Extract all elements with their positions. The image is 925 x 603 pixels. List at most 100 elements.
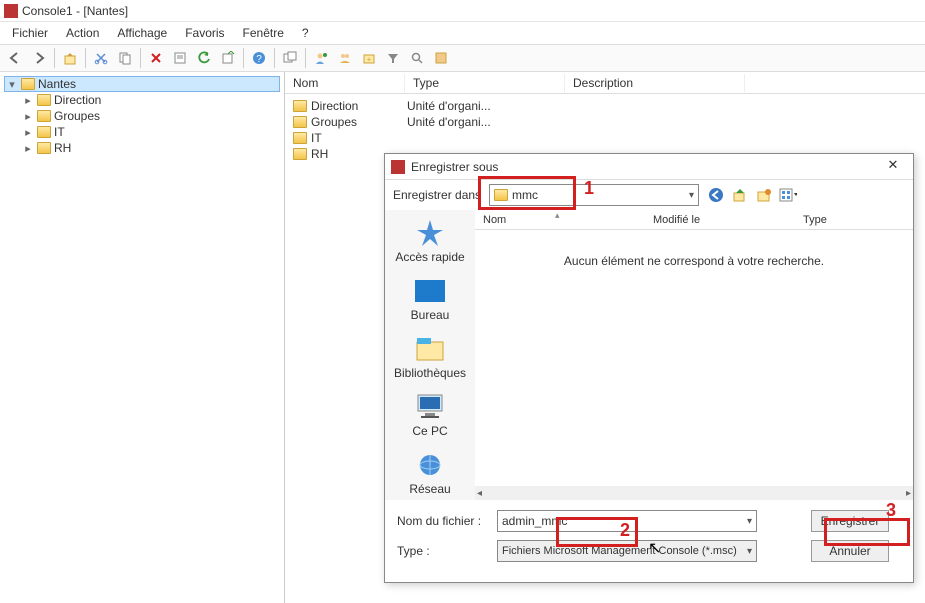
- help-icon[interactable]: ?: [248, 47, 270, 69]
- chevron-down-icon[interactable]: ▾: [747, 546, 752, 557]
- col-desc[interactable]: Description: [565, 74, 745, 92]
- list-type: Unité d'organi...: [407, 115, 567, 129]
- chevron-down-icon[interactable]: ▾: [747, 516, 752, 527]
- place-label: Ce PC: [392, 424, 468, 438]
- filename-input[interactable]: admin_mmc ▾: [497, 510, 757, 532]
- new-folder-icon[interactable]: [755, 186, 773, 204]
- tree-panel[interactable]: ▾ Nantes ▸Direction ▸ Groupes ▸ IT ▸RH: [0, 72, 285, 603]
- folder-icon: [37, 110, 51, 122]
- fl-col-name[interactable]: Nom▴: [475, 212, 645, 228]
- tree-root[interactable]: ▾ Nantes: [4, 76, 280, 92]
- svg-text:?: ?: [256, 54, 262, 65]
- delete-icon[interactable]: [145, 47, 167, 69]
- cancel-button[interactable]: Annuler: [811, 540, 889, 562]
- list-item[interactable]: GroupesUnité d'organi...: [293, 114, 917, 130]
- save-button[interactable]: Enregistrer: [811, 510, 889, 532]
- save-in-combo[interactable]: mmc ▾: [489, 184, 699, 206]
- search-icon[interactable]: [406, 47, 428, 69]
- folder-icon: [293, 132, 307, 144]
- cancel-button-label: Annuler: [829, 544, 870, 558]
- menu-window[interactable]: Fenêtre: [235, 24, 292, 42]
- file-list-headers: Nom▴ Modifié le Type: [475, 210, 913, 230]
- list-type: Unité d'organi...: [407, 99, 567, 113]
- expand-icon[interactable]: ▸: [22, 110, 34, 123]
- filename-value: admin_mmc: [502, 514, 567, 528]
- export-icon[interactable]: [217, 47, 239, 69]
- refresh-icon[interactable]: [193, 47, 215, 69]
- place-desktop[interactable]: Bureau: [390, 272, 470, 326]
- col-type[interactable]: Type: [405, 74, 565, 92]
- menu-fav[interactable]: Favoris: [177, 24, 232, 42]
- list-item[interactable]: Direction Unité d'organi...: [293, 98, 917, 114]
- fl-col-type[interactable]: Type: [795, 212, 855, 228]
- properties-icon[interactable]: [169, 47, 191, 69]
- tree-item-rh[interactable]: ▸RH: [20, 140, 280, 156]
- folder-icon: [21, 78, 35, 90]
- expand-icon[interactable]: ▸: [22, 142, 34, 155]
- sort-asc-icon: ▴: [555, 210, 560, 221]
- folder-icon: [37, 142, 51, 154]
- menu-file[interactable]: Fichier: [4, 24, 56, 42]
- scroll-right-icon[interactable]: ▸: [906, 488, 911, 499]
- tree-item-label: IT: [54, 125, 65, 139]
- close-button[interactable]: ✕: [879, 157, 907, 177]
- up-icon[interactable]: [59, 47, 81, 69]
- tree-item-label: Groupes: [54, 109, 100, 123]
- copy-icon[interactable]: [114, 47, 136, 69]
- menu-help[interactable]: ?: [294, 24, 317, 42]
- place-label: Bureau: [392, 308, 468, 322]
- tree-item-direction[interactable]: ▸Direction: [20, 92, 280, 108]
- up-nav-icon[interactable]: [731, 186, 749, 204]
- app-icon: [4, 4, 18, 18]
- folder-icon: [37, 94, 51, 106]
- place-libraries[interactable]: Bibliothèques: [390, 330, 470, 384]
- chevron-down-icon[interactable]: ▾: [689, 190, 694, 201]
- filetype-combo[interactable]: Fichiers Microsoft Management Console (*…: [497, 540, 757, 562]
- forward-icon[interactable]: [28, 47, 50, 69]
- cut-icon[interactable]: [90, 47, 112, 69]
- dialog-title: Enregistrer sous: [411, 160, 498, 174]
- save-in-value: mmc: [512, 188, 538, 202]
- menu-action[interactable]: Action: [58, 24, 107, 42]
- svg-text:+: +: [367, 55, 372, 64]
- type-label: Type :: [397, 544, 487, 558]
- list-item[interactable]: IT: [293, 130, 917, 146]
- back-icon[interactable]: [4, 47, 26, 69]
- tree-item-it[interactable]: ▸ IT: [20, 124, 280, 140]
- col-name[interactable]: Nom: [285, 74, 405, 92]
- new-window-icon[interactable]: [279, 47, 301, 69]
- place-quick[interactable]: Accès rapide: [390, 214, 470, 268]
- user-add-icon[interactable]: [310, 47, 332, 69]
- place-pc[interactable]: Ce PC: [390, 388, 470, 442]
- list-name: IT: [311, 131, 322, 145]
- file-list[interactable]: Nom▴ Modifié le Type Aucun élément ne co…: [475, 210, 913, 500]
- ad-icon[interactable]: [430, 47, 452, 69]
- expand-icon[interactable]: ▸: [22, 94, 34, 107]
- menu-view[interactable]: Affichage: [109, 24, 175, 42]
- dialog-titlebar: Enregistrer sous ✕: [385, 154, 913, 180]
- empty-message: Aucun élément ne correspond à votre rech…: [475, 254, 913, 268]
- folder-icon: [293, 116, 307, 128]
- scroll-left-icon[interactable]: ◂: [477, 488, 482, 499]
- filetype-value: Fichiers Microsoft Management Console (*…: [502, 545, 737, 557]
- ou-add-icon[interactable]: +: [358, 47, 380, 69]
- collapse-icon[interactable]: ▾: [6, 78, 18, 91]
- save-button-label: Enregistrer: [821, 514, 880, 528]
- place-label: Bibliothèques: [392, 366, 468, 380]
- expand-icon[interactable]: ▸: [22, 126, 34, 139]
- view-menu-icon[interactable]: [779, 186, 797, 204]
- back-nav-icon[interactable]: [707, 186, 725, 204]
- place-network[interactable]: Réseau: [390, 446, 470, 500]
- list-name: Direction: [311, 99, 358, 113]
- group-add-icon[interactable]: [334, 47, 356, 69]
- fl-col-modified[interactable]: Modifié le: [645, 212, 795, 228]
- tool-bar: ? +: [0, 44, 925, 72]
- place-label: Réseau: [392, 482, 468, 496]
- save-in-label: Enregistrer dans: [393, 188, 481, 202]
- filter-icon[interactable]: [382, 47, 404, 69]
- dialog-body: Accès rapide Bureau Bibliothèques Ce PC …: [385, 210, 913, 500]
- folder-icon: [37, 126, 51, 138]
- tree-item-groupes[interactable]: ▸ Groupes: [20, 108, 280, 124]
- scrollbar[interactable]: ◂▸: [475, 486, 913, 500]
- folder-icon: [494, 189, 508, 201]
